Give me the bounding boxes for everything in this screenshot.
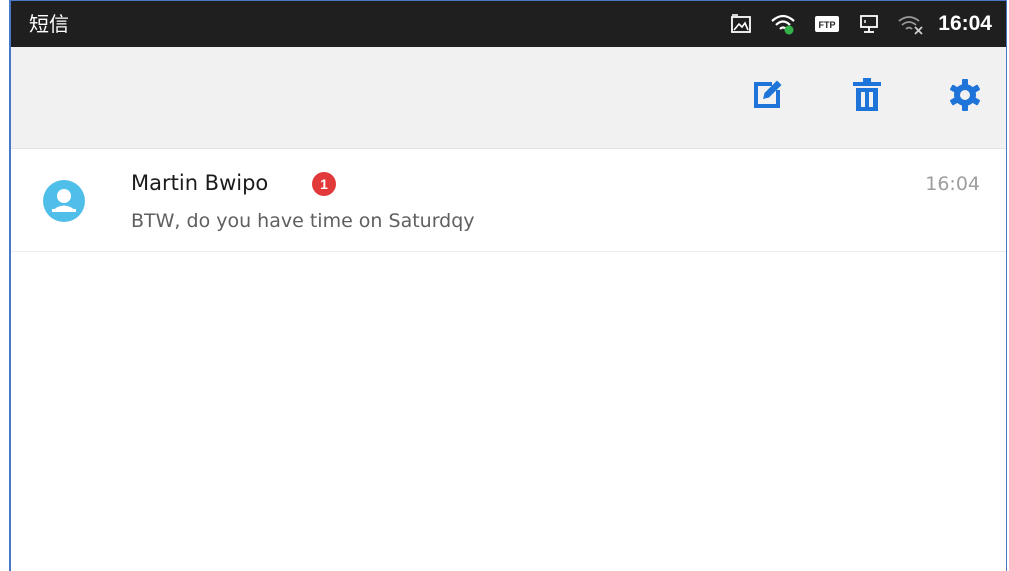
action-toolbar — [11, 47, 1006, 149]
wifi-off-icon — [898, 13, 924, 35]
ethernet-icon — [858, 13, 880, 35]
status-bar: 短信 FTP 16:04 — [11, 1, 1006, 47]
avatar — [43, 180, 85, 222]
app-window: 短信 FTP 16:04 Martin Bwipo 1 BTW, do you … — [9, 0, 1007, 571]
compose-icon — [750, 78, 784, 116]
settings-icon — [948, 78, 982, 116]
unread-badge: 1 — [312, 172, 336, 196]
conversation-item[interactable]: Martin Bwipo 1 BTW, do you have time on … — [11, 150, 1006, 252]
status-time: 16:04 — [938, 12, 992, 35]
ftp-icon: FTP — [814, 14, 840, 34]
settings-button[interactable] — [945, 77, 985, 117]
message-preview: BTW, do you have time on Saturdqy — [131, 210, 475, 232]
svg-text:FTP: FTP — [819, 20, 836, 30]
conversation-list: Martin Bwipo 1 BTW, do you have time on … — [11, 150, 1006, 252]
status-bar-title: 短信 — [29, 12, 69, 36]
compose-button[interactable] — [747, 77, 787, 117]
trash-icon — [850, 77, 884, 117]
delete-button[interactable] — [847, 77, 887, 117]
wifi-ap-icon — [770, 13, 796, 35]
gallery-icon — [730, 13, 752, 35]
message-time: 16:04 — [925, 173, 980, 195]
person-icon — [43, 180, 85, 222]
status-icons: FTP 16:04 — [730, 1, 992, 47]
contact-name: Martin Bwipo — [131, 171, 269, 195]
